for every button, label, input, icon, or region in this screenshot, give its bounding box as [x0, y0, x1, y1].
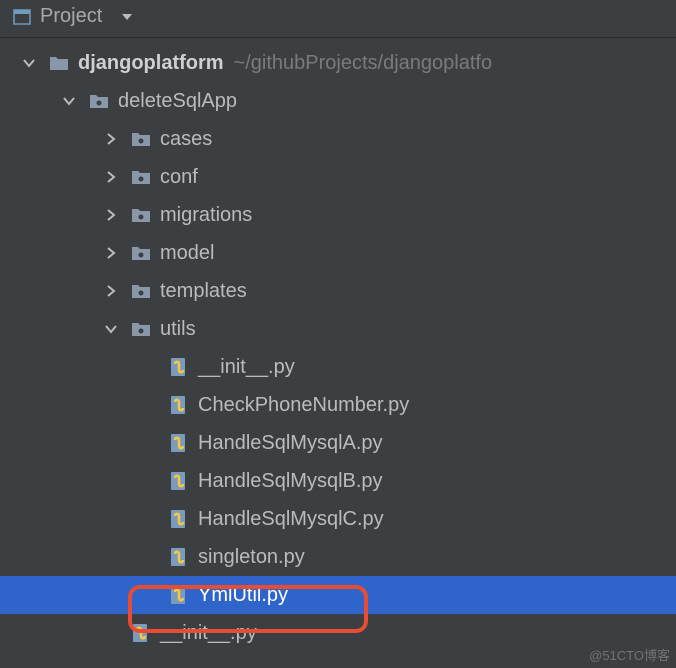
tree-node-templates[interactable]: templates: [0, 272, 676, 310]
tree-node-deleteSqlApp[interactable]: deleteSqlApp: [0, 82, 676, 120]
package-folder-icon: [130, 128, 152, 150]
project-tree: djangoplatform ~/githubProjects/djangopl…: [0, 38, 676, 658]
tree-file-init2[interactable]: __init__.py: [0, 614, 676, 652]
python-file-icon: [130, 622, 152, 644]
package-folder-icon: [130, 242, 152, 264]
node-label: utils: [160, 318, 196, 341]
chevron-right-icon[interactable]: [102, 206, 120, 224]
node-label: djangoplatform: [78, 52, 224, 75]
node-label: model: [160, 242, 214, 265]
file-label: __init__.py: [160, 622, 257, 645]
node-label: conf: [160, 166, 198, 189]
python-file-icon: [168, 508, 190, 530]
tree-node-cases[interactable]: cases: [0, 120, 676, 158]
chevron-right-icon[interactable]: [102, 244, 120, 262]
project-label[interactable]: Project: [40, 5, 102, 28]
node-label: deleteSqlApp: [118, 90, 237, 113]
file-label: YmlUtil.py: [198, 584, 288, 607]
python-file-icon: [168, 470, 190, 492]
chevron-right-icon[interactable]: [102, 282, 120, 300]
tree-file-ymlutil[interactable]: YmlUtil.py: [0, 576, 676, 614]
chevron-down-icon[interactable]: [20, 54, 38, 72]
python-file-icon: [168, 356, 190, 378]
file-label: CheckPhoneNumber.py: [198, 394, 409, 417]
python-file-icon: [168, 584, 190, 606]
tree-file-handlec[interactable]: HandleSqlMysqlC.py: [0, 500, 676, 538]
tree-file-checkphone[interactable]: CheckPhoneNumber.py: [0, 386, 676, 424]
tree-node-root[interactable]: djangoplatform ~/githubProjects/djangopl…: [0, 44, 676, 82]
node-path: ~/githubProjects/djangoplatfo: [234, 52, 493, 75]
file-label: HandleSqlMysqlC.py: [198, 508, 384, 531]
chevron-right-icon[interactable]: [102, 168, 120, 186]
tree-node-model[interactable]: model: [0, 234, 676, 272]
node-label: cases: [160, 128, 212, 151]
python-file-icon: [168, 394, 190, 416]
file-label: singleton.py: [198, 546, 305, 569]
chevron-down-icon[interactable]: [60, 92, 78, 110]
dropdown-arrow-icon[interactable]: [120, 10, 134, 24]
project-toolbar: Project: [0, 0, 676, 38]
folder-icon: [48, 52, 70, 74]
chevron-down-icon[interactable]: [102, 320, 120, 338]
package-folder-icon: [130, 166, 152, 188]
file-label: HandleSqlMysqlA.py: [198, 432, 383, 455]
file-label: HandleSqlMysqlB.py: [198, 470, 383, 493]
package-folder-icon: [130, 318, 152, 340]
project-view-icon: [12, 7, 32, 27]
tree-file-singleton[interactable]: singleton.py: [0, 538, 676, 576]
tree-file-handlea[interactable]: HandleSqlMysqlA.py: [0, 424, 676, 462]
package-folder-icon: [130, 204, 152, 226]
tree-node-conf[interactable]: conf: [0, 158, 676, 196]
tree-file-init[interactable]: __init__.py: [0, 348, 676, 386]
python-file-icon: [168, 546, 190, 568]
watermark: @51CTO博客: [589, 645, 670, 664]
chevron-right-icon[interactable]: [102, 130, 120, 148]
node-label: templates: [160, 280, 247, 303]
package-folder-icon: [130, 280, 152, 302]
node-label: migrations: [160, 204, 252, 227]
python-file-icon: [168, 432, 190, 454]
tree-file-handleb[interactable]: HandleSqlMysqlB.py: [0, 462, 676, 500]
package-folder-icon: [88, 90, 110, 112]
file-label: __init__.py: [198, 356, 295, 379]
tree-node-utils[interactable]: utils: [0, 310, 676, 348]
tree-node-migrations[interactable]: migrations: [0, 196, 676, 234]
